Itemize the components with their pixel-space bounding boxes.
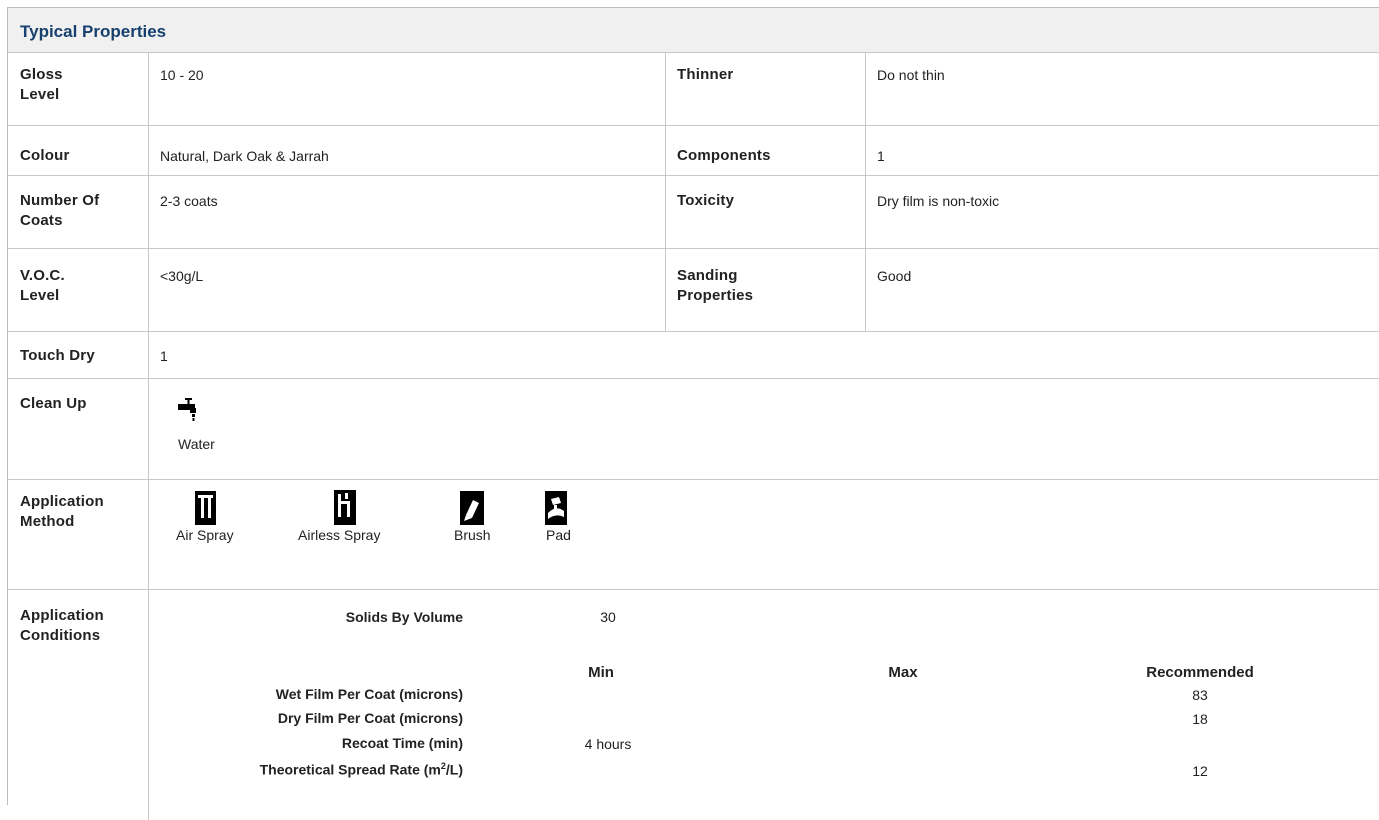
pad-caption: Pad bbox=[546, 527, 571, 543]
brush-icon bbox=[460, 491, 484, 530]
components-value: 1 bbox=[877, 148, 885, 164]
colour-value: Natural, Dark Oak & Jarrah bbox=[160, 148, 329, 164]
thinner-value: Do not thin bbox=[877, 67, 945, 83]
airless-spray-icon bbox=[334, 490, 356, 530]
colour-label: Colour bbox=[20, 147, 70, 164]
row-voc-sanding: V.O.C. Level <30g/L Sanding Properties Goo… bbox=[8, 249, 1379, 332]
table-header: Typical Properties bbox=[8, 8, 1379, 53]
sanding-properties-label: Sanding Properties bbox=[677, 267, 754, 304]
spread-rate-recommended: 12 bbox=[1192, 763, 1208, 779]
gloss-level-value: 10 - 20 bbox=[160, 67, 204, 83]
row-clean-up: Clean Up Water bbox=[8, 379, 1379, 480]
air-spray-icon bbox=[195, 491, 216, 530]
airless-spray-caption: Airless Spray bbox=[298, 527, 381, 543]
row-application-conditions: Application Conditions Solids By Volume 3… bbox=[8, 590, 1379, 820]
recoat-time-label: Recoat Time (min) bbox=[341, 735, 463, 751]
touch-dry-value: 1 bbox=[160, 348, 168, 364]
toxicity-value: Dry film is non-toxic bbox=[877, 193, 1000, 209]
row-gloss-thinner: Gloss Level 10 - 20 Thinner Do not thin bbox=[8, 53, 1379, 126]
application-method-label: Application Method bbox=[20, 493, 104, 530]
toxicity-label: Toxicity bbox=[677, 192, 735, 209]
voc-level-label: V.O.C. Level bbox=[20, 267, 65, 304]
wet-film-recommended: 83 bbox=[1192, 687, 1208, 703]
dry-film-recommended: 18 bbox=[1192, 711, 1208, 727]
air-spray-caption: Air Spray bbox=[176, 527, 234, 543]
number-of-coats-label: Number Of Coats bbox=[20, 192, 100, 229]
min-column-header: Min bbox=[588, 664, 614, 681]
gloss-level-label: Gloss Level bbox=[20, 66, 63, 103]
row-application-method: Application Method Air Spray Airless Spra… bbox=[8, 480, 1379, 590]
row-touch-dry: Touch Dry 1 bbox=[8, 332, 1379, 379]
thinner-label: Thinner bbox=[677, 66, 734, 83]
solids-by-volume-label: Solids By Volume bbox=[345, 609, 463, 625]
wet-film-label: Wet Film Per Coat (microns) bbox=[275, 686, 463, 702]
solids-by-volume-value: 30 bbox=[600, 609, 616, 625]
application-conditions-label: Application Conditions bbox=[20, 607, 104, 644]
number-of-coats-value: 2-3 coats bbox=[160, 193, 218, 209]
touch-dry-label: Touch Dry bbox=[20, 347, 95, 364]
sanding-properties-value: Good bbox=[877, 268, 912, 284]
voc-level-value: <30g/L bbox=[160, 268, 204, 284]
table-title: Typical Properties bbox=[20, 22, 167, 41]
recoat-time-min: 4 hours bbox=[584, 736, 632, 752]
dry-film-label: Dry Film Per Coat (microns) bbox=[277, 710, 463, 726]
recommended-column-header: Recommended bbox=[1146, 664, 1254, 681]
water-tap-icon bbox=[178, 398, 200, 427]
pad-icon bbox=[545, 491, 567, 530]
max-column-header: Max bbox=[888, 664, 918, 681]
row-colour-components: Colour Natural, Dark Oak & Jarrah Compon… bbox=[8, 126, 1379, 176]
clean-up-label: Clean Up bbox=[20, 395, 87, 412]
clean-up-water-caption: Water bbox=[178, 436, 215, 452]
components-label: Components bbox=[677, 147, 771, 164]
brush-caption: Brush bbox=[454, 527, 491, 543]
spread-rate-label: Theoretical Spread Rate (m2/L) bbox=[259, 761, 463, 778]
properties-table: Typical Properties Gloss Level 10 - 20 Th… bbox=[7, 7, 1379, 820]
row-coats-toxicity: Number Of Coats 2-3 coats Toxicity Dry fi… bbox=[8, 176, 1379, 249]
